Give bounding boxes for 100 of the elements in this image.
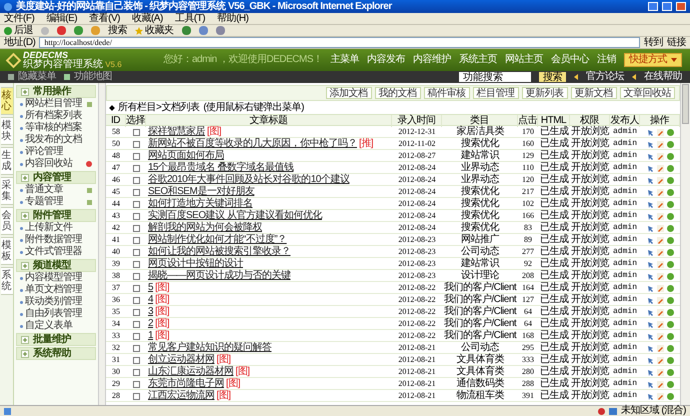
article-title-link[interactable]: 4 xyxy=(148,294,154,306)
article-title-link[interactable]: 网站制作优化如何才能“不过度”？ xyxy=(148,234,287,246)
row-checkbox[interactable] xyxy=(132,152,140,160)
add-icon[interactable] xyxy=(87,200,92,204)
edit-icon[interactable] xyxy=(656,224,664,232)
search-field[interactable]: 功能搜索 xyxy=(459,72,531,82)
article-title-link[interactable]: 新网站不被百度等收录的几大原因，你中枪了吗？ xyxy=(148,138,357,150)
row-checkbox[interactable] xyxy=(132,380,140,388)
action-button[interactable]: 栏目管理 xyxy=(472,87,518,99)
action-button[interactable]: 更新列表 xyxy=(522,87,568,99)
row-checkbox[interactable] xyxy=(132,332,140,340)
minimize-button[interactable] xyxy=(648,2,658,11)
action-button[interactable]: 我的文档 xyxy=(374,87,420,99)
row-checkbox[interactable] xyxy=(132,368,140,376)
action-button[interactable]: 更新文档 xyxy=(570,87,616,99)
edit-icon[interactable] xyxy=(656,392,664,400)
article-title-link[interactable]: 解剖我的网站为何会被降权 xyxy=(148,222,262,234)
edit-icon[interactable] xyxy=(656,164,664,172)
article-title-link[interactable]: 创立运动器材网 xyxy=(148,354,214,366)
article-title-link[interactable]: 15个最昂贵域名 叠数字域名最值钱 xyxy=(148,162,294,174)
hide-menu-button[interactable]: 隐藏菜单 xyxy=(8,71,56,83)
row-checkbox[interactable] xyxy=(132,164,140,172)
side-tab[interactable]: 核心 xyxy=(0,87,12,115)
address-field[interactable]: http://localhost/dede/ xyxy=(39,37,640,48)
go-button[interactable]: 转到 xyxy=(644,36,663,48)
expand-icon[interactable] xyxy=(21,212,29,220)
expand-icon[interactable] xyxy=(21,350,29,358)
site-map-button[interactable]: 功能地图 xyxy=(64,71,112,83)
edit-icon[interactable] xyxy=(656,320,664,328)
edit-icon[interactable] xyxy=(656,140,664,148)
row-checkbox[interactable] xyxy=(132,344,140,352)
sidebar-item[interactable]: 专题管理 xyxy=(25,196,63,208)
add-icon[interactable] xyxy=(87,188,92,192)
row-checkbox[interactable] xyxy=(132,260,140,268)
article-title-link[interactable]: 2 xyxy=(148,318,154,330)
edit-icon[interactable] xyxy=(656,176,664,184)
article-title-link[interactable]: 江西宏运物流网 xyxy=(148,390,214,402)
nav-link[interactable]: 主菜单 xyxy=(330,54,359,66)
action-button[interactable]: 文章回收站 xyxy=(620,87,675,99)
edit-icon[interactable] xyxy=(656,128,664,136)
side-tab[interactable]: 模板 xyxy=(0,237,12,265)
sidebar-scrollbar[interactable] xyxy=(98,83,106,405)
edit-icon[interactable] xyxy=(656,212,664,220)
sidebar-item[interactable]: 自由列表管理 xyxy=(25,308,82,320)
edit-icon[interactable] xyxy=(656,344,664,352)
side-tab[interactable]: 系统 xyxy=(0,267,12,295)
edit-icon[interactable] xyxy=(656,296,664,304)
menu-item[interactable]: 收藏(A) xyxy=(132,12,163,24)
edit-icon[interactable] xyxy=(656,260,664,268)
forum-link[interactable]: 官方论坛 xyxy=(586,71,624,83)
sidebar-item[interactable]: 文件式管理器 xyxy=(25,246,82,258)
nav-link[interactable]: 内容维护 xyxy=(413,54,451,66)
action-button[interactable]: 稿件审核 xyxy=(424,87,470,99)
back-button[interactable]: 后退 xyxy=(4,24,33,36)
row-checkbox[interactable] xyxy=(132,188,140,196)
sidebar-item[interactable]: 评论管理 xyxy=(25,146,63,158)
menu-item[interactable]: 查看(V) xyxy=(89,12,120,24)
side-tab[interactable]: 会员 xyxy=(0,207,12,235)
help-link[interactable]: 在线帮助 xyxy=(644,71,682,83)
row-checkbox[interactable] xyxy=(132,308,140,316)
article-title-link[interactable]: 常见客户建站知识的疑问解答 xyxy=(148,342,272,354)
favorites-button[interactable]: 收藏夹 xyxy=(135,24,174,36)
expand-icon[interactable] xyxy=(21,262,29,270)
article-title-link[interactable]: 东莞市尚隆电子网 xyxy=(148,378,224,390)
sidebar-item[interactable]: 自定义表单 xyxy=(25,320,72,332)
row-checkbox[interactable] xyxy=(132,248,140,256)
edit-icon[interactable] xyxy=(656,236,664,244)
row-checkbox[interactable] xyxy=(132,224,140,232)
side-tab[interactable]: 生成 xyxy=(0,147,12,175)
article-title-link[interactable]: 1 xyxy=(148,330,154,342)
nav-link[interactable]: 注销 xyxy=(597,54,616,66)
sidebar-item[interactable]: 附件数据管理 xyxy=(25,234,82,246)
edit-icon[interactable] xyxy=(656,248,664,256)
sidebar-item[interactable]: 网站栏目管理 xyxy=(25,98,82,110)
edit-icon[interactable] xyxy=(656,272,664,280)
sidebar-item[interactable]: 所有档案列表 xyxy=(25,110,82,122)
article-title-link[interactable]: 网站页面如何布局 xyxy=(148,150,224,162)
sidebar-item[interactable]: 单页文档管理 xyxy=(25,284,82,296)
sidebar-item[interactable]: 联动类别管理 xyxy=(25,296,82,308)
edit-icon[interactable] xyxy=(656,308,664,316)
links-button[interactable]: 链接 xyxy=(667,36,686,48)
expand-icon[interactable] xyxy=(21,336,29,344)
article-title-link[interactable]: 如何打造地方关键词排名 xyxy=(148,198,252,210)
sidebar-item[interactable]: 普通文章 xyxy=(25,184,63,196)
row-checkbox[interactable] xyxy=(132,200,140,208)
article-title-link[interactable]: 如何让我的网站被搜索引擎收录？ xyxy=(148,246,290,258)
edit-icon[interactable] xyxy=(656,284,664,292)
row-checkbox[interactable] xyxy=(132,284,140,292)
side-tab[interactable]: 模块 xyxy=(0,117,12,145)
edit-icon[interactable] xyxy=(656,368,664,376)
menu-item[interactable]: 帮助(H) xyxy=(217,12,248,24)
sidebar-item[interactable]: 内容模型管理 xyxy=(25,272,82,284)
close-button[interactable] xyxy=(676,2,686,11)
edit-icon[interactable] xyxy=(656,332,664,340)
add-icon[interactable] xyxy=(87,102,92,106)
nav-link[interactable]: 会员中心 xyxy=(551,54,589,66)
article-title-link[interactable]: SEO和SEM是一对好朋友 xyxy=(148,186,254,198)
article-title-link[interactable]: 3 xyxy=(148,306,154,318)
menu-item[interactable]: 文件(F) xyxy=(4,12,34,24)
article-title-link[interactable]: 探祥智慧家居 xyxy=(148,126,205,138)
